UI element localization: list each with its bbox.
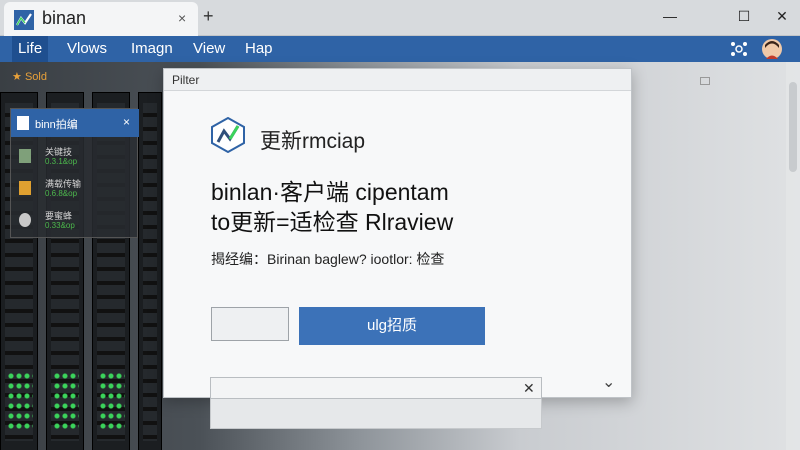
side-item-version: 0.6.8&op [45, 189, 78, 198]
side-panel-close-icon[interactable]: × [123, 115, 130, 129]
dialog-title: Pilter [172, 73, 200, 87]
title-bar: binan × + — ☐ ✕ [0, 0, 800, 36]
scroll-thumb[interactable] [789, 82, 797, 172]
side-item-version: 0.3.1&op [45, 157, 78, 166]
clear-input-icon[interactable]: ✕ [523, 380, 535, 397]
product-logo-icon [211, 117, 245, 153]
tab-title: binan [42, 8, 87, 28]
primary-update-button[interactable]: ulg招质 [299, 307, 485, 345]
side-panel-item[interactable]: 满载传输 0.6.8&op [19, 177, 137, 205]
menu-item-life[interactable]: Life [12, 36, 49, 62]
status-leds [99, 371, 125, 431]
text-input-area[interactable] [210, 399, 542, 429]
maximize-button[interactable]: ☐ [734, 8, 754, 25]
update-info-text: 揭经编：Birinan baglew? iootlor: 检查 [211, 251, 445, 267]
menu-bar: Life Vlows Imagn View Hap [0, 36, 800, 62]
update-dialog: Pilter 更新rmciap binlan·客户端 cipentam to更新… [163, 68, 632, 398]
document-icon [17, 116, 29, 130]
menu-item-hap[interactable]: Hap [245, 40, 273, 57]
server-rack [138, 92, 162, 450]
heading-line-1: binlan·客户端 cipentam [211, 179, 449, 205]
side-panel-header: binn拍编 × [11, 109, 139, 137]
network-icon[interactable] [730, 40, 748, 58]
menu-item-vlows[interactable]: Vlows [67, 40, 107, 57]
menu-item-imagn[interactable]: Imagn [131, 40, 173, 57]
text-input-field[interactable]: ✕ [210, 377, 542, 399]
heading-line-2: to更新=适检查 Rlraview [211, 209, 454, 235]
browser-tab[interactable]: binan × [4, 2, 198, 36]
gear-icon [19, 213, 31, 227]
menu-item-view[interactable]: View [193, 40, 225, 57]
scrollbar[interactable] [786, 62, 800, 450]
side-panel-item[interactable]: 要蜜蜂 0.33&op [19, 209, 137, 237]
minimize-button[interactable]: — [660, 8, 680, 24]
tab-close-icon[interactable]: × [178, 10, 186, 26]
avatar[interactable] [762, 39, 782, 59]
secondary-button[interactable] [211, 307, 289, 341]
dialog-heading: binlan·客户端 cipentam to更新=适检查 Rlraview [211, 177, 611, 237]
side-panel-item[interactable]: 关键技 0.3.1&op [19, 145, 137, 173]
sold-badge: ★ Sold [12, 70, 47, 83]
side-panel-title: binn拍编 [35, 119, 78, 131]
product-name: 更新rmciap [260, 130, 366, 153]
side-item-version: 0.33&op [45, 221, 75, 230]
close-window-button[interactable]: ✕ [772, 8, 792, 25]
new-tab-button[interactable]: + [203, 6, 214, 27]
minimize-panel-icon[interactable] [700, 77, 710, 85]
sold-label: Sold [24, 71, 47, 83]
status-leds [7, 371, 33, 431]
chevron-down-icon[interactable]: ⌄ [602, 372, 615, 392]
shield-icon [19, 149, 31, 163]
transfer-icon [19, 181, 31, 195]
side-notification-panel: binn拍编 × 关键技 0.3.1&op 满载传输 0.6.8&op 要蜜蜂 … [10, 108, 139, 238]
dialog-titlebar: Pilter [164, 69, 631, 91]
star-icon: ★ [12, 71, 22, 83]
app-logo-icon [14, 10, 34, 30]
status-leds [53, 371, 79, 431]
